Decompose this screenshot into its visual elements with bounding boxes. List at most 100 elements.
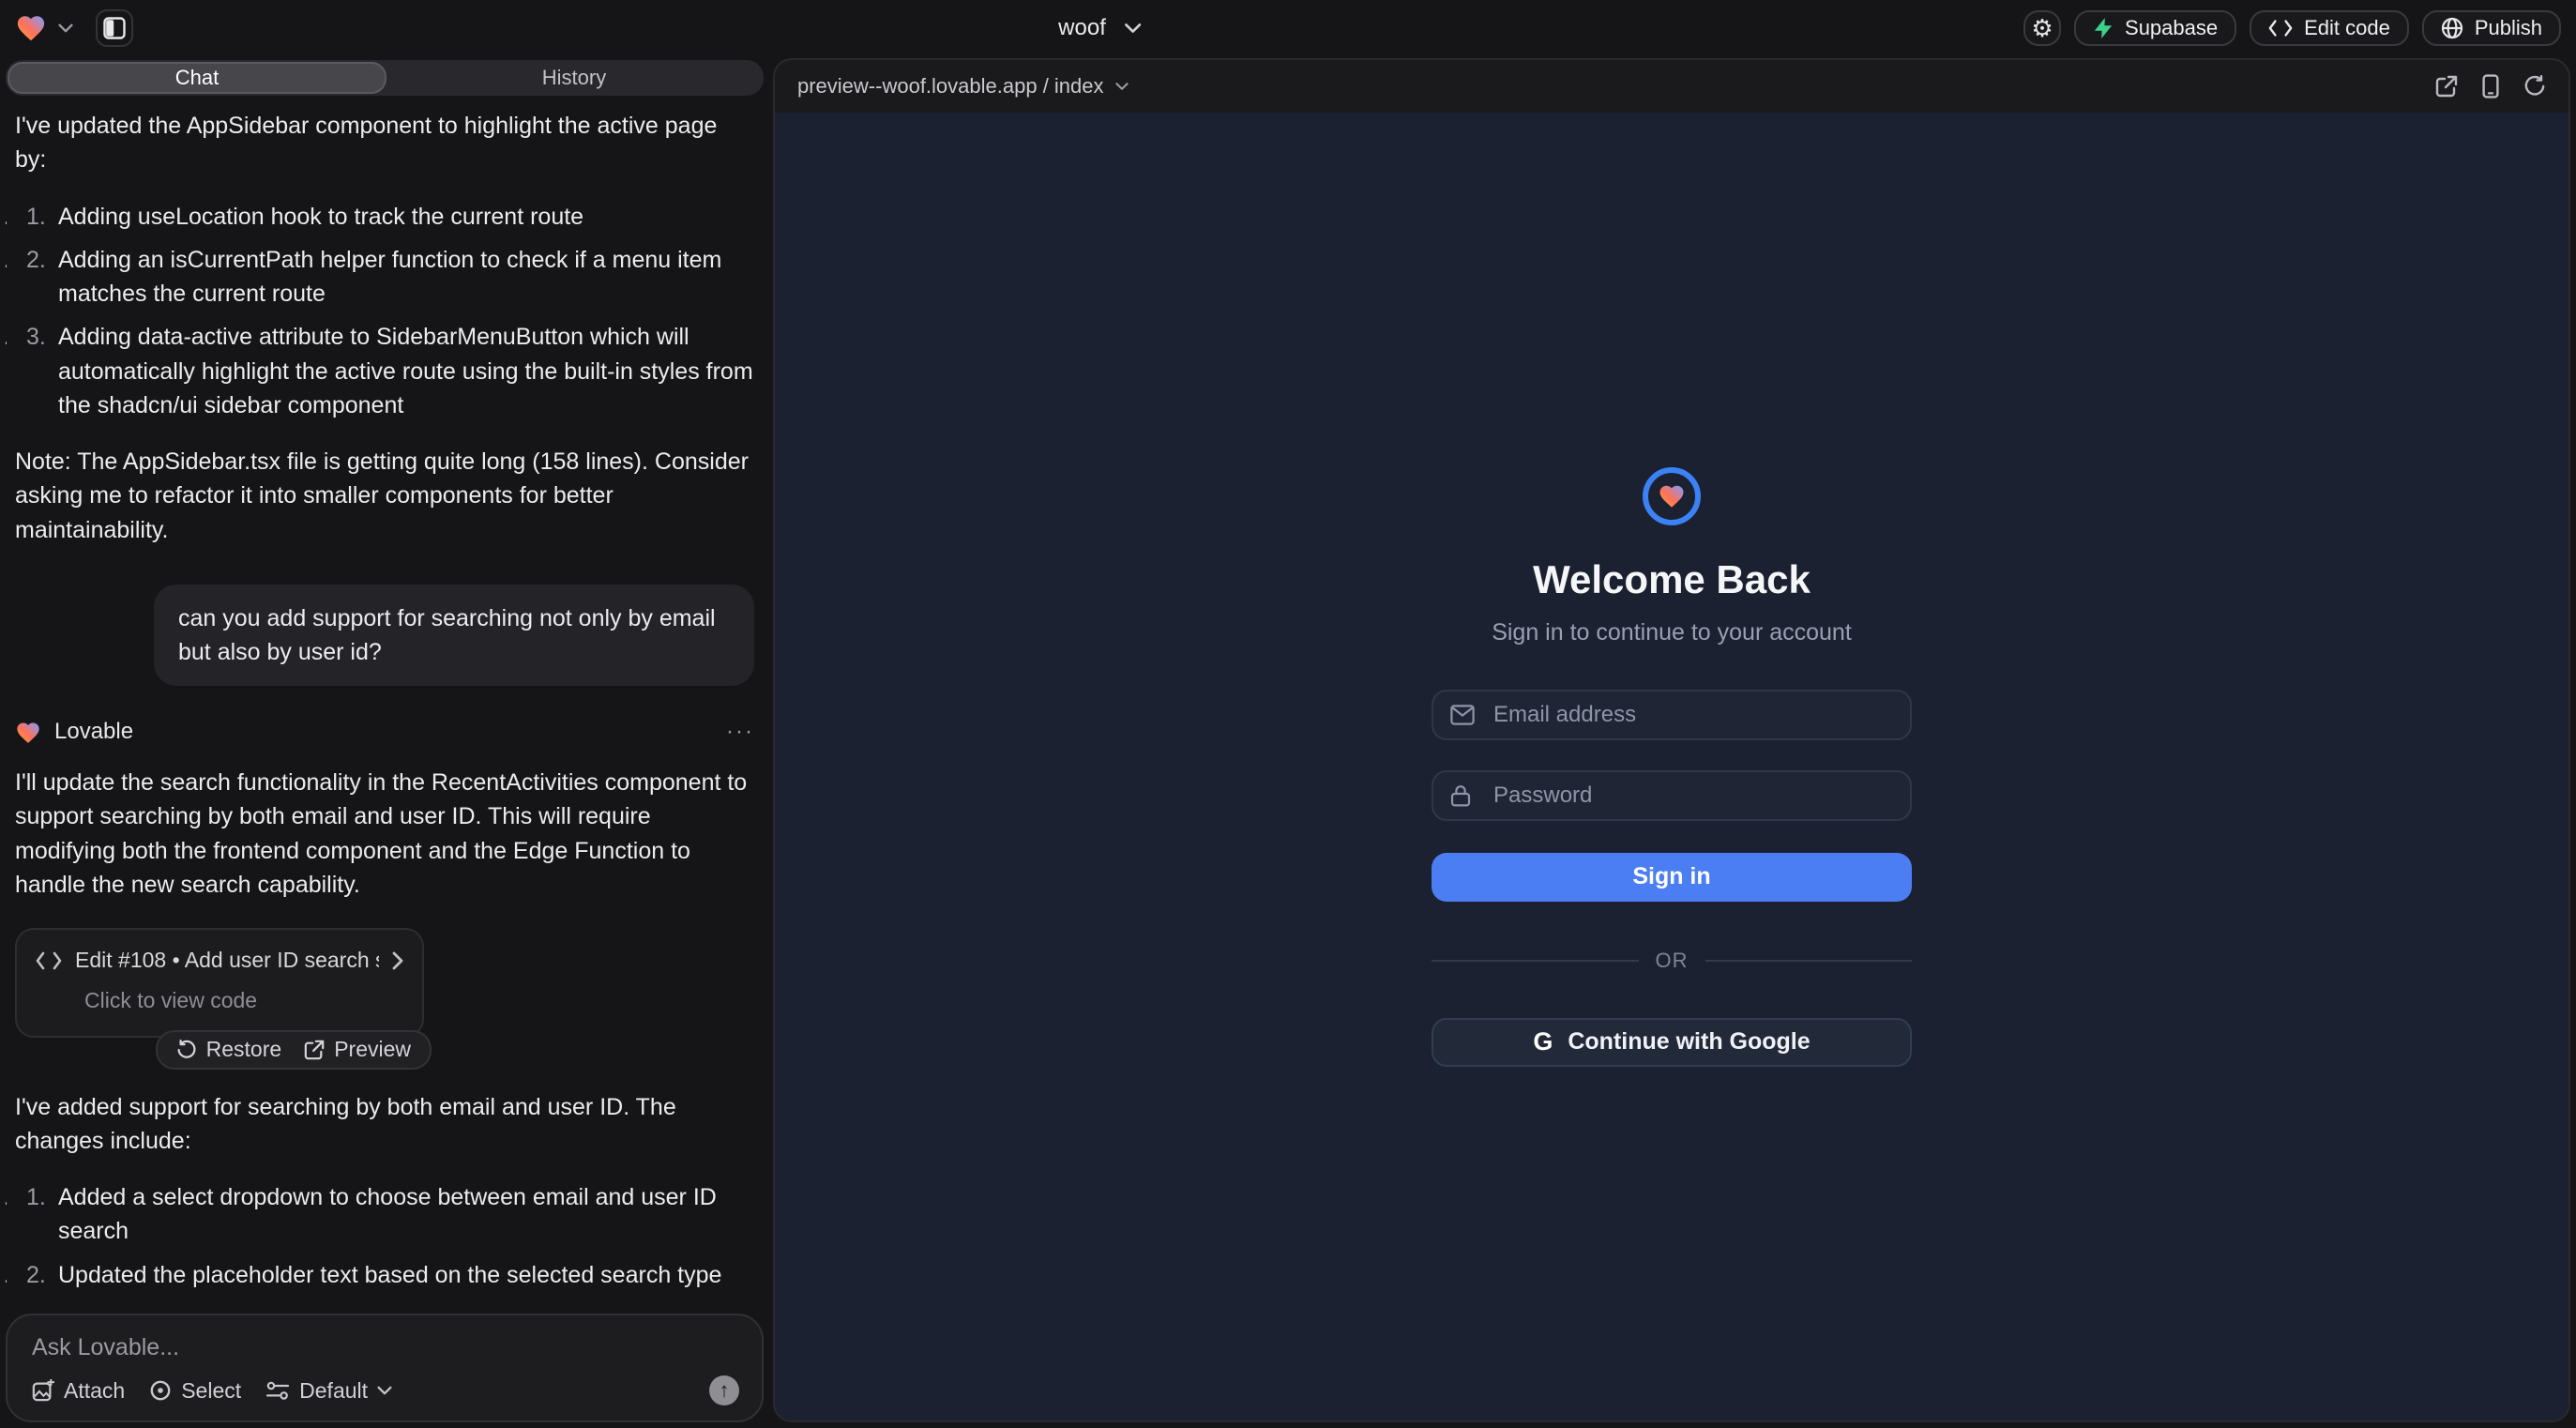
attach-button[interactable]: Attach (32, 1378, 125, 1404)
user-message-row: can you add support for searching not on… (15, 585, 754, 687)
tab-history-label: History (542, 66, 606, 90)
supabase-label: Supabase (2125, 16, 2218, 40)
google-signin-label: Continue with Google (1568, 1028, 1810, 1056)
preview-viewport: Welcome Back Sign in to continue to your… (775, 113, 2568, 1420)
chat-panel: Chat History I've updated the AppSidebar… (0, 56, 769, 1428)
app-logo-badge (1643, 467, 1701, 525)
attach-image-icon (32, 1379, 54, 1402)
password-field[interactable] (1432, 770, 1912, 821)
lovable-avatar-heart-icon (15, 720, 41, 746)
heart-icon (1658, 482, 1686, 510)
select-button[interactable]: Select (149, 1378, 241, 1404)
external-link-icon (2435, 75, 2458, 98)
publish-label: Publish (2475, 16, 2542, 40)
assistant-message-list-2: Added a select dropdown to choose betwee… (15, 1180, 754, 1299)
assistant-name: Lovable (54, 716, 133, 749)
signin-subtitle: Sign in to continue to your account (1492, 619, 1852, 646)
publish-button[interactable]: Publish (2422, 10, 2561, 46)
edit-card-container: Edit #108 • Add user ID search supp... C… (15, 928, 424, 1038)
arrow-up-icon: ↑ (720, 1380, 730, 1401)
chat-message-list[interactable]: I've updated the AppSidebar component to… (6, 96, 764, 1299)
signin-title: Welcome Back (1533, 557, 1811, 602)
restore-button[interactable]: Restore (176, 1034, 282, 1065)
restore-label: Restore (206, 1034, 282, 1065)
refresh-icon (2523, 75, 2546, 98)
or-label: OR (1656, 949, 1689, 973)
chevron-down-icon (377, 1386, 392, 1395)
or-divider: OR (1432, 949, 1912, 973)
edit-card-subtitle: Click to view code (84, 985, 403, 1016)
assistant-message-list: Adding useLocation hook to track the cur… (15, 200, 754, 423)
topbar: woof ⚙ Supabase Edit code Publish (0, 0, 2576, 56)
divider-line (1705, 960, 1913, 962)
supabase-button[interactable]: Supabase (2074, 10, 2236, 46)
edit-code-button[interactable]: Edit code (2250, 10, 2409, 46)
project-switcher-chevron-down-icon (1125, 23, 1142, 34)
edit-card-actions: Restore Preview (156, 1030, 432, 1070)
mobile-view-button[interactable] (2482, 74, 2499, 99)
list-item: Added a select dropdown to choose betwee… (15, 1180, 754, 1249)
user-message-bubble: can you add support for searching not on… (154, 585, 754, 687)
tab-chat-label: Chat (175, 66, 219, 90)
list-item: Adding an isCurrentPath helper function … (15, 243, 754, 311)
project-menu-chevron-down-icon[interactable] (58, 23, 73, 34)
code-brackets-icon (36, 951, 62, 970)
preview-label: Preview (334, 1034, 411, 1065)
signin-button[interactable]: Sign in (1432, 853, 1912, 902)
list-item: Updated the placeholder text based on th… (15, 1258, 754, 1292)
password-field-wrapper (1432, 770, 1912, 821)
preview-panel: preview--woof.lovable.app / index (773, 58, 2570, 1422)
preview-button[interactable]: Preview (304, 1034, 411, 1065)
composer-toolbar: Attach Select Default ↑ (32, 1375, 739, 1405)
preview-url-selector[interactable]: preview--woof.lovable.app / index (797, 74, 1129, 99)
lock-icon (1450, 784, 1471, 807)
assistant-message-summary: I've added support for searching by both… (15, 1090, 754, 1159)
google-signin-button[interactable]: G Continue with Google (1432, 1018, 1912, 1067)
email-field-wrapper (1432, 690, 1912, 740)
list-item: Adding data-active attribute to SidebarM… (15, 320, 754, 422)
lovable-logo-heart-icon[interactable] (15, 12, 47, 44)
topbar-actions: ⚙ Supabase Edit code Publish (2023, 10, 2561, 46)
message-more-options-icon[interactable]: ··· (726, 716, 754, 749)
tab-chat[interactable]: Chat (8, 62, 386, 94)
list-item: Adding useLocation hook to track the cur… (15, 200, 754, 234)
chevron-right-icon (392, 951, 403, 970)
email-field[interactable] (1432, 690, 1912, 740)
supabase-bolt-icon (2093, 17, 2114, 39)
tab-history[interactable]: History (386, 62, 762, 94)
assistant-message-intro: I've updated the AppSidebar component to… (15, 109, 754, 177)
send-button[interactable]: ↑ (709, 1375, 739, 1405)
code-brackets-icon (2268, 19, 2293, 38)
mail-icon (1450, 705, 1475, 725)
sidebar-panel-icon (103, 17, 126, 39)
edit-code-card[interactable]: Edit #108 • Add user ID search supp... C… (15, 928, 424, 1038)
refresh-button[interactable] (2523, 75, 2546, 98)
chevron-down-icon (1115, 82, 1129, 91)
edit-card-title: Edit #108 • Add user ID search supp... (75, 945, 379, 976)
open-in-new-tab-button[interactable] (2435, 75, 2458, 98)
mode-selector[interactable]: Default (265, 1378, 392, 1404)
google-g-icon: G (1533, 1027, 1553, 1056)
edit-code-label: Edit code (2304, 16, 2390, 40)
sliders-icon (265, 1380, 290, 1401)
external-link-icon (304, 1040, 325, 1060)
toggle-sidebar-button[interactable] (96, 9, 133, 47)
assistant-message-intro-2: I'll update the search functionality in … (15, 766, 754, 902)
divider-line (1432, 960, 1639, 962)
chat-input[interactable] (32, 1334, 739, 1368)
chat-composer: Attach Select Default ↑ (6, 1314, 764, 1422)
signin-form: Welcome Back Sign in to continue to your… (1432, 467, 1912, 1067)
select-label: Select (181, 1378, 241, 1404)
globe-icon (2441, 17, 2463, 39)
project-switcher[interactable]: woof (1058, 15, 1142, 41)
settings-button[interactable]: ⚙ (2023, 10, 2061, 46)
assistant-header: Lovable ··· (15, 716, 754, 749)
select-target-icon (149, 1379, 172, 1402)
restore-icon (176, 1040, 197, 1060)
preview-url-text: preview--woof.lovable.app / index (797, 74, 1104, 99)
mode-label: Default (299, 1378, 368, 1404)
project-name: woof (1058, 15, 1106, 41)
attach-label: Attach (64, 1378, 125, 1404)
chat-history-tabs: Chat History (6, 60, 764, 96)
assistant-message-note: Note: The AppSidebar.tsx file is getting… (15, 445, 754, 547)
